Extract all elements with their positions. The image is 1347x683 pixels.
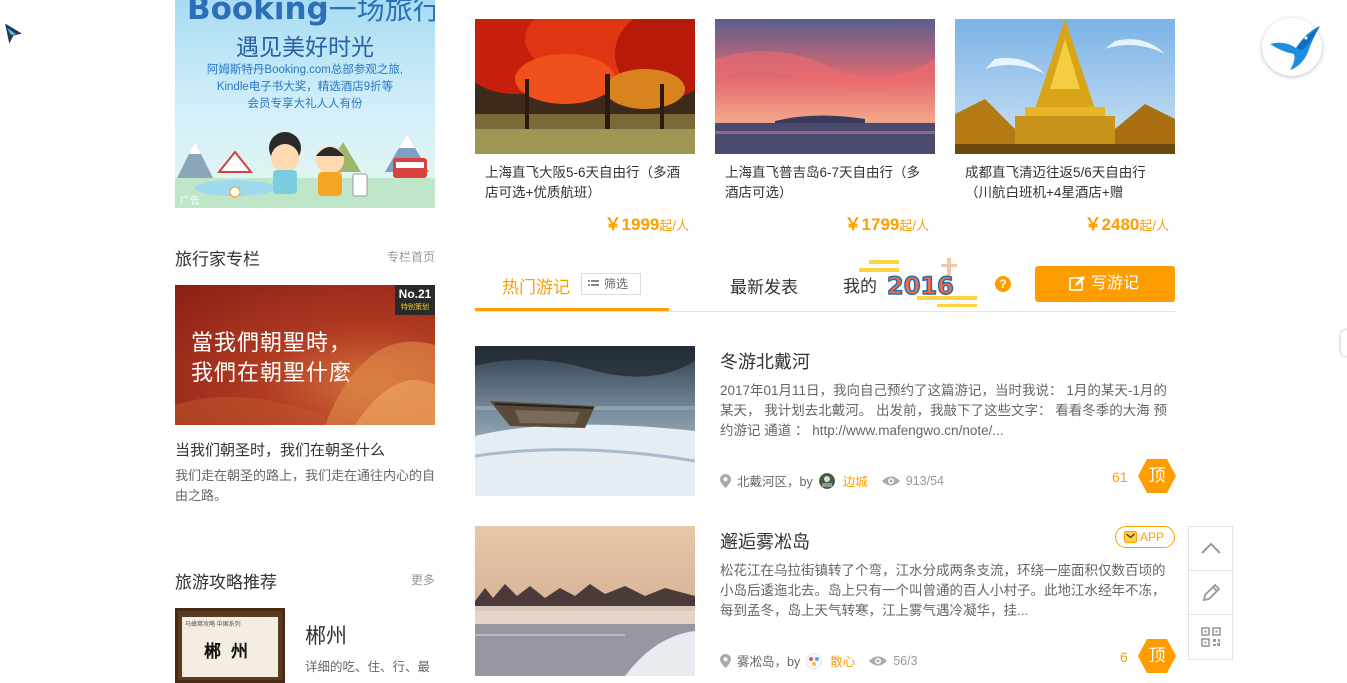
note-title[interactable]: 冬游北戴河 — [720, 348, 810, 374]
location-pin-icon — [720, 653, 731, 668]
eye-icon — [881, 476, 900, 485]
tab-hot-notes[interactable]: 热门游记 筛选 — [475, 262, 669, 311]
note-title[interactable]: 邂逅雾凇岛 — [720, 528, 810, 554]
list-icon — [588, 280, 599, 286]
feedback-button[interactable] — [1189, 571, 1232, 615]
deal-price: ￥1799起/人 — [844, 215, 929, 234]
note-location[interactable]: 北戴河区 — [737, 471, 787, 490]
note-meta: 雾凇岛 ，by 散心 56/3 — [720, 651, 918, 670]
note-image — [475, 526, 695, 676]
author-avatar[interactable] — [818, 472, 835, 489]
location-pin-icon — [720, 473, 731, 488]
qr-code-button[interactable] — [1189, 615, 1232, 659]
note-excerpt: 2017年01月11日，我向自己预约了这篇游记，当时我说： 1月的某天-1月的某… — [720, 383, 1168, 438]
cursor-icon — [2, 20, 27, 49]
side-edge-handle[interactable] — [1341, 330, 1347, 356]
deal-card[interactable]: 成都直飞清迈往返5/6天自由行（川航白班机+4星酒店+赠 ￥2480起/人 — [955, 19, 1175, 235]
banner-line-1: 當我們朝聖時， — [191, 331, 353, 356]
ad-illustration — [175, 132, 435, 208]
note-by: ，by — [774, 655, 801, 669]
guide-cover-name: 郴州 — [204, 642, 258, 661]
guide-cover-page: 马蜂窝攻略 中国系列 郴州 — [182, 617, 278, 677]
help-icon[interactable]: ? — [995, 276, 1011, 292]
guide-title[interactable]: 郴州 — [305, 620, 347, 650]
write-note-button[interactable]: 写游记 — [1035, 266, 1175, 302]
note-views: 56/3 — [893, 653, 918, 668]
deal-image — [955, 19, 1175, 154]
ad-headline: 遇见美好时光 — [236, 35, 374, 61]
filter-button[interactable]: 筛选 — [581, 273, 641, 295]
notes-tab-bar: 热门游记 筛选 最新发表 我的 2016 ? 写游记 — [475, 258, 1175, 312]
column-article-desc: 我们走在朝圣的路上，我们走在通往内心的自由之路。 — [175, 468, 436, 503]
note-meta: 北戴河区 ，by 边城 913/54 — [720, 471, 944, 490]
tab-hot-label: 热门游记 — [502, 278, 570, 297]
note-likes: 61 — [1112, 469, 1128, 485]
deal-price: ￥1999起/人 — [604, 215, 689, 234]
note-item[interactable]: 冬游北戴河 2017年01月11日，我向自己预约了这篇游记，当时我说： 1月的某… — [475, 346, 1176, 496]
note-image — [475, 346, 695, 496]
guide-cover[interactable]: 马蜂窝攻略 中国系列 郴州 — [175, 608, 285, 683]
note-by: ，by — [787, 475, 813, 489]
note-likes: 6 — [1120, 649, 1128, 665]
deal-image — [715, 19, 935, 154]
guides-section-title: 旅游攻略推荐 — [175, 573, 277, 592]
mail-icon — [1124, 531, 1137, 543]
guide-series: 马蜂窝攻略 中国系列 — [185, 622, 241, 628]
deal-image — [475, 19, 695, 154]
chevron-up-icon — [1201, 542, 1221, 554]
guide-desc: 详细的吃、住、行、最 — [305, 660, 431, 674]
note-location[interactable]: 雾凇岛 — [737, 651, 775, 670]
column-home-link[interactable]: 专栏首页 — [387, 248, 435, 265]
note-author[interactable]: 散心 — [830, 651, 855, 670]
ad-description: 阿姆斯特丹Booking.com总部参观之旅, Kindle电子书大奖，精选酒店… — [206, 64, 404, 110]
column-banner-image[interactable]: 當我們朝聖時， 我們在朝聖什麼 No.21 特别策划 — [175, 285, 435, 425]
note-views: 913/54 — [905, 473, 944, 488]
mafengwo-logo-button[interactable] — [1262, 18, 1322, 76]
upvote-button[interactable]: 顶 — [1138, 459, 1176, 493]
edit-icon — [1069, 276, 1085, 291]
column-article-title[interactable]: 当我们朝圣时，我们在朝圣什么 — [175, 439, 385, 460]
deal-title: 上海直飞普吉岛6-7天自由行（多酒店可选） — [725, 165, 921, 200]
deal-card[interactable]: 上海直飞大阪5-6天自由行（多酒店可选+优质航班） ￥1999起/人 — [475, 19, 695, 235]
author-avatar[interactable] — [806, 652, 823, 669]
pencil-icon — [1202, 583, 1221, 602]
column-section-title: 旅行家专栏 — [175, 250, 260, 269]
deal-price: ￥2480起/人 — [1084, 215, 1169, 234]
app-badge: APP — [1115, 526, 1175, 548]
eye-icon — [869, 656, 888, 665]
hummingbird-icon — [1270, 26, 1320, 70]
deal-title: 上海直飞大阪5-6天自由行（多酒店可选+优质航班） — [485, 165, 681, 200]
deal-card[interactable]: 上海直飞普吉岛6-7天自由行（多酒店可选） ￥1799起/人 — [715, 19, 935, 235]
qr-code-icon — [1201, 627, 1221, 647]
booking-ad-banner[interactable]: Booking一场旅行 遇见美好时光 阿姆斯特丹Booking.com总部参观之… — [175, 0, 435, 208]
note-author[interactable]: 边城 — [843, 471, 868, 490]
note-excerpt: 松花江在乌拉街镇转了个弯，江水分成两条支流，环绕一座面积仅数百顷的小岛后逶迤北去… — [720, 563, 1166, 618]
ad-brand: Booking一场旅行 — [187, 0, 435, 27]
ad-label: 广告 — [180, 196, 200, 207]
back-to-top-button[interactable] — [1189, 527, 1232, 571]
guides-more-link[interactable]: 更多 — [411, 571, 435, 588]
floating-toolbar — [1188, 526, 1233, 660]
year-2016-logo[interactable]: 2016 — [847, 254, 992, 312]
issue-badge: No.21 特别策划 — [395, 285, 435, 315]
deal-title: 成都直飞清迈往返5/6天自由行（川航白班机+4星酒店+赠 — [965, 165, 1146, 200]
banner-line-2: 我們在朝聖什麼 — [191, 361, 353, 386]
note-item[interactable]: 邂逅雾凇岛 APP 松花江在乌拉街镇转了个弯，江水分成两条支流，环绕一座面积仅数… — [475, 526, 1176, 676]
tab-latest[interactable]: 最新发表 — [730, 273, 798, 298]
upvote-button[interactable]: 顶 — [1138, 639, 1176, 673]
svg-text:2016: 2016 — [887, 272, 954, 300]
